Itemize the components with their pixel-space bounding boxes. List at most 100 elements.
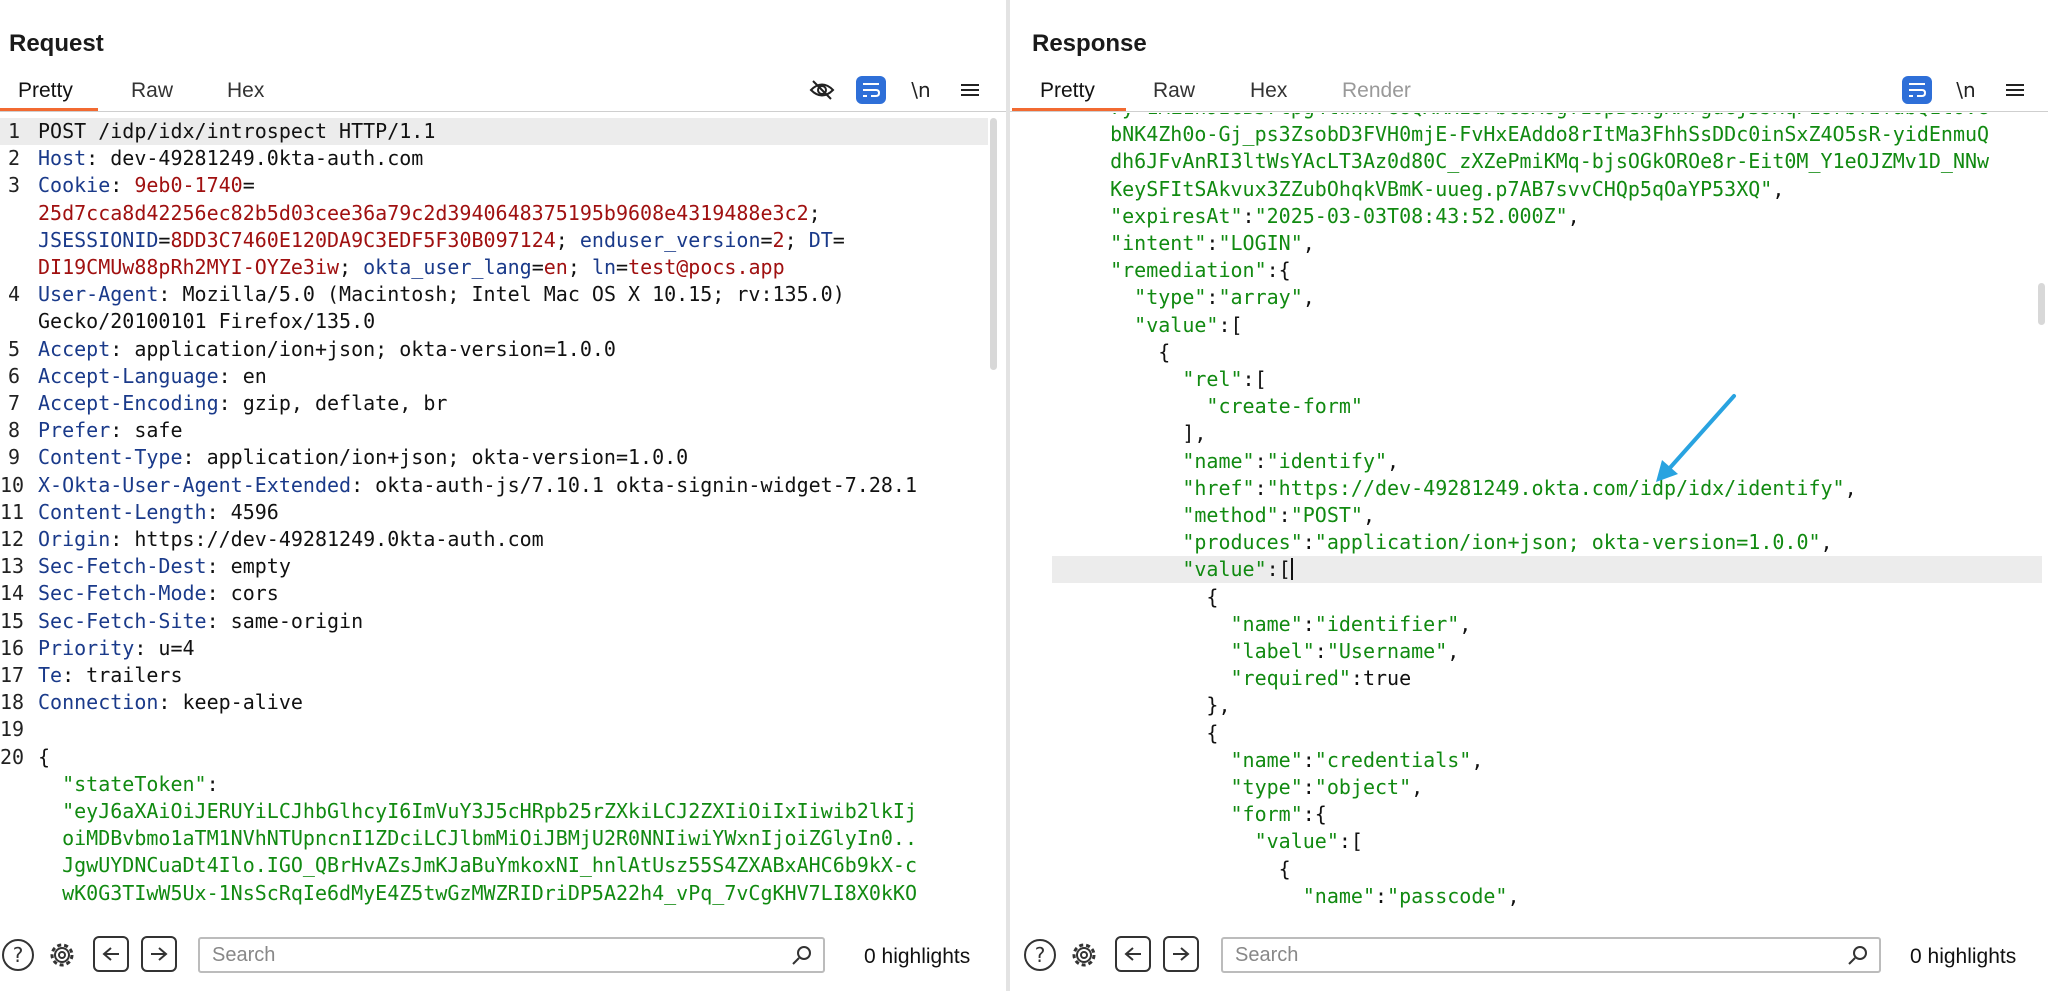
response-title: Response xyxy=(1032,30,1147,57)
tab-raw[interactable]: Raw xyxy=(131,79,173,103)
token: , xyxy=(1844,475,1857,500)
code-line: "create-form" xyxy=(1010,393,2048,420)
token: Connection xyxy=(38,690,159,715)
newline-toggle[interactable]: \n xyxy=(1951,76,1981,104)
settings-gear-icon[interactable] xyxy=(44,937,80,973)
token: , xyxy=(1507,883,1520,908)
line-number: 5 xyxy=(7,336,20,361)
next-arrow-icon[interactable] xyxy=(141,936,177,972)
menu-icon[interactable] xyxy=(2000,76,2030,104)
token: :[ xyxy=(1242,367,1267,391)
token: Accept-Encoding xyxy=(38,391,219,415)
code-line: 25d7cca8d42256ec82b5d03cee36a79c2d394064… xyxy=(0,200,1006,227)
tab-render[interactable]: Render xyxy=(1342,79,1411,103)
line-number: 19 xyxy=(0,717,25,742)
token: Sec-Fetch-Mode xyxy=(38,581,207,606)
code-text: Accept-Encoding: gzip, deflate, br xyxy=(38,390,447,417)
response-search-input-box[interactable] xyxy=(1221,937,1881,973)
token: = xyxy=(616,255,629,279)
code-line: 2 Host: dev-49281249.0kta-auth.com xyxy=(0,145,1006,172)
token: : keep-alive xyxy=(158,690,303,715)
code-text: 7y-1ML1n9zGBJ7tpg4twhh7G8QXRxzSPbCSXUgT1… xyxy=(1086,113,1989,121)
code-line: "name":"identify", xyxy=(1010,448,2048,475)
tab-pretty[interactable]: Pretty xyxy=(18,79,73,103)
word-wrap-icon[interactable] xyxy=(1902,76,1932,104)
help-icon[interactable]: ? xyxy=(0,937,36,973)
token: Content-Type xyxy=(38,445,183,470)
token: "https://dev-49281249.okta.com/idp/idx/i… xyxy=(1266,475,1845,500)
response-editor[interactable]: 7y-1ML1n9zGBJ7tpg4twhh7G8QXRxzSPbCSXUgT1… xyxy=(1010,113,2048,918)
request-scrollbar[interactable] xyxy=(990,118,997,370)
code-text: DI19CMUw88pRh2MYI-OYZe3iw; okta_user_lan… xyxy=(38,254,785,281)
line-number: 8 xyxy=(7,418,20,443)
code-text: { xyxy=(1086,584,1218,611)
previous-arrow-icon[interactable] xyxy=(1115,936,1151,972)
token: 7y-1ML1n9zGBJ7tpg4twhh7G8QXRxzSPbCSXUgT1… xyxy=(1110,113,1989,119)
token: POST /idp/idx/introspect HTTP/1.1 xyxy=(38,119,436,143)
request-title: Request xyxy=(9,30,104,57)
help-icon[interactable]: ? xyxy=(1022,937,1058,973)
code-line: "type":"object", xyxy=(1010,774,2048,801)
tab-raw[interactable]: Raw xyxy=(1153,79,1195,103)
menu-icon[interactable] xyxy=(955,76,985,104)
token: : xyxy=(206,771,219,796)
token: Gecko/20100101 Firefox/135.0 xyxy=(38,309,376,334)
hide-eye-icon[interactable] xyxy=(807,76,837,104)
line-number: 10 xyxy=(0,472,25,497)
token: : empty xyxy=(206,554,291,579)
token: : Mozilla/5.0 (Macintosh; Intel Mac OS X… xyxy=(158,282,845,307)
tab-hex[interactable]: Hex xyxy=(227,79,264,103)
code-text: Te: trailers xyxy=(38,662,183,689)
line-number: 9 xyxy=(7,445,20,470)
code-text: Priority: u=4 xyxy=(38,635,195,662)
code-line: dh6JFvAnRI3ltWsYAcLT3Az0d80C_zXZePmiKMq-… xyxy=(1010,148,2048,175)
token: en xyxy=(543,255,568,279)
tab-hex[interactable]: Hex xyxy=(1250,79,1287,103)
token: : application/ion+json; okta-version=1.0… xyxy=(110,336,616,361)
annotation-arrow xyxy=(1656,394,1736,482)
token: "LOGIN" xyxy=(1218,231,1303,255)
word-wrap-icon[interactable] xyxy=(856,76,886,104)
previous-arrow-icon[interactable] xyxy=(93,936,129,972)
request-editor[interactable]: 1 POST /idp/idx/introspect HTTP/1.1 2 Host:… xyxy=(0,113,1006,918)
request-search-input-box[interactable] xyxy=(198,937,825,973)
code-text: Accept-Language: en xyxy=(38,363,267,390)
code-text: "method":"POST", xyxy=(1086,502,1375,529)
code-line: "name":"identifier", xyxy=(1010,611,2048,638)
token: : xyxy=(1242,203,1255,228)
line-number: 17 xyxy=(0,663,25,687)
newline-toggle[interactable]: \n xyxy=(906,76,936,104)
token: , xyxy=(1411,775,1424,799)
response-scrollbar[interactable] xyxy=(2038,283,2045,325)
token: "create-form" xyxy=(1206,394,1363,419)
code-text: "create-form" xyxy=(1086,393,1363,420)
token: :[ xyxy=(1266,557,1291,582)
token: { xyxy=(1086,339,1171,364)
code-text: bNK4Zh0o-Gj_ps3ZsobD3FVH0mjE-FvHxEAddo8r… xyxy=(1086,121,1989,148)
code-line: "method":"POST", xyxy=(1010,502,2048,529)
svg-text:?: ? xyxy=(1035,943,1046,967)
token: : xyxy=(1302,611,1315,636)
token: = xyxy=(760,227,773,252)
token: { xyxy=(38,744,51,769)
code-text: Prefer: safe xyxy=(38,417,183,444)
token: "value" xyxy=(1254,829,1339,854)
code-line: { xyxy=(1010,720,2048,747)
settings-gear-icon[interactable] xyxy=(1066,937,1102,973)
token: { xyxy=(1086,584,1219,609)
code-line: 18 Connection: keep-alive xyxy=(0,689,1006,716)
code-text: Host: dev-49281249.0kta-auth.com xyxy=(38,145,423,172)
tab-pretty[interactable]: Pretty xyxy=(1040,79,1095,103)
token: , xyxy=(1362,503,1375,527)
request-search-input[interactable] xyxy=(210,943,713,968)
response-tabs: Pretty Raw Hex Render xyxy=(1010,74,2048,112)
next-arrow-icon[interactable] xyxy=(1163,936,1199,972)
response-search-input[interactable] xyxy=(1233,943,1762,968)
code-text: Content-Type: application/ion+json; okta… xyxy=(38,444,688,471)
code-text: Origin: https://dev-49281249.0kta-auth.c… xyxy=(38,526,544,553)
